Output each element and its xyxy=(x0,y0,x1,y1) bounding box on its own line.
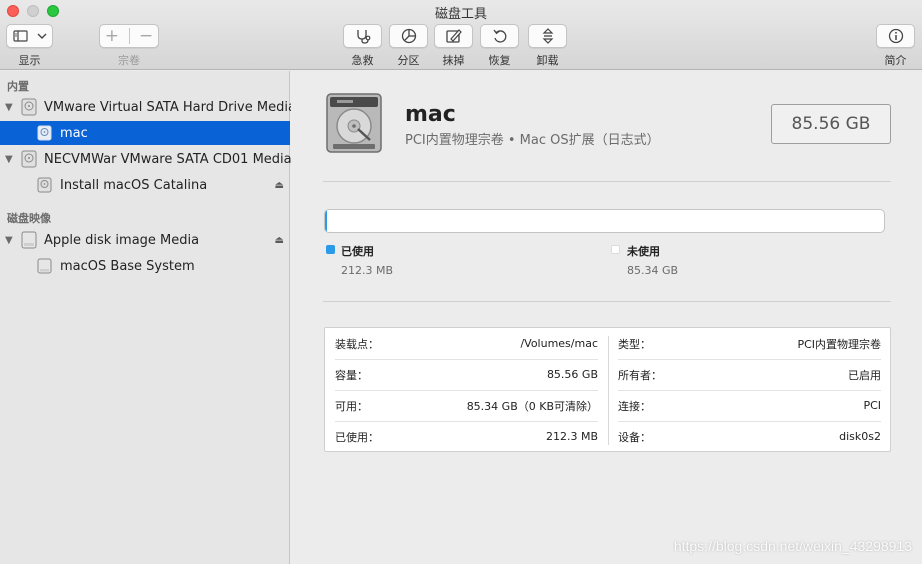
used-legend-label: 已使用 xyxy=(341,245,374,258)
usage-bar-used-fill xyxy=(325,210,327,232)
info-row-device: 设备： disk0s2 xyxy=(618,421,881,452)
sidebar-icon xyxy=(12,30,28,42)
volume-icon xyxy=(37,258,52,278)
stethoscope-icon xyxy=(356,30,370,44)
unmount-icon xyxy=(542,28,553,44)
hard-drive-icon xyxy=(21,150,37,172)
sidebar-item-label: VMware Virtual SATA Hard Drive Media xyxy=(44,99,296,115)
partition-label: 分区 xyxy=(397,54,420,67)
free-legend-label: 未使用 xyxy=(627,245,660,258)
info-row-type: 类型： PCI内置物理宗卷 xyxy=(618,328,881,359)
pie-chart-icon xyxy=(401,28,416,44)
erase-label: 抹掉 xyxy=(442,54,465,67)
eraser-icon xyxy=(445,29,462,43)
info-row-capacity: 容量： 85.56 GB xyxy=(335,359,598,390)
sidebar-item-vmware-hard-drive[interactable]: ▼ VMware Virtual SATA Hard Drive Media xyxy=(0,95,296,120)
erase-button[interactable] xyxy=(434,24,473,48)
eject-icon[interactable]: ⏏ xyxy=(275,180,284,191)
info-value: PCI xyxy=(863,399,881,412)
disclosure-triangle-icon[interactable]: ▼ xyxy=(5,154,13,165)
info-value: /Volumes/mac xyxy=(520,337,598,350)
volume-icon xyxy=(37,177,52,197)
volume-name: mac xyxy=(405,102,456,127)
info-button[interactable] xyxy=(876,24,915,48)
info-label: 简介 xyxy=(884,54,907,67)
column-divider xyxy=(608,336,609,445)
info-value: PCI内置物理宗卷 xyxy=(797,337,881,351)
unmount-label: 卸载 xyxy=(536,54,559,67)
usage-bar xyxy=(324,209,885,233)
sidebar-section-internal: 内置 xyxy=(7,80,29,93)
volume-segmented-control: + − xyxy=(99,24,159,48)
sidebar-item-label: Install macOS Catalina xyxy=(60,177,208,193)
first-aid-label: 急救 xyxy=(351,54,374,67)
info-key: 可用： xyxy=(335,399,368,413)
eject-icon[interactable]: ⏏ xyxy=(275,235,284,246)
sidebar-item-install-macos[interactable]: Install macOS Catalina ⏏ xyxy=(0,173,290,197)
info-table: 装载点： /Volumes/mac 容量： 85.56 GB 可用： 85.34… xyxy=(324,327,891,452)
info-row-owners: 所有者： 已启用 xyxy=(618,359,881,390)
main-panel: mac PCI内置物理宗卷 • Mac OS扩展（日志式） 85.56 GB 已… xyxy=(291,71,922,564)
info-key: 已使用： xyxy=(335,430,379,444)
info-key: 装载点： xyxy=(335,337,379,351)
info-key: 类型： xyxy=(618,337,651,351)
volume-subtitle: PCI内置物理宗卷 • Mac OS扩展（日志式） xyxy=(405,133,660,148)
sidebar: 内置 ▼ VMware Virtual SATA Hard Drive Medi… xyxy=(0,71,296,564)
info-value: 85.56 GB xyxy=(546,368,598,381)
info-row-used: 已使用： 212.3 MB xyxy=(335,421,598,452)
info-value: 85.34 GB（0 KB可清除） xyxy=(466,399,598,413)
window-title: 磁盘工具 xyxy=(434,7,487,22)
view-button[interactable] xyxy=(6,24,53,48)
info-row-mount-point: 装载点： /Volumes/mac xyxy=(335,328,598,359)
sidebar-item-label: Apple disk image Media xyxy=(44,232,200,248)
sidebar-item-apple-disk-image[interactable]: ▼ Apple disk image Media ⏏ xyxy=(0,228,290,252)
sidebar-item-cd-media[interactable]: ▼ NECVMWar VMware SATA CD01 Media xyxy=(0,147,292,172)
hard-disk-icon xyxy=(325,92,383,158)
divider xyxy=(323,301,891,302)
disclosure-triangle-icon[interactable]: ▼ xyxy=(5,235,13,246)
disk-image-icon xyxy=(21,231,37,253)
toolbar: 磁盘工具 显示 + − 宗卷 急救 分区 抹掉 恢复 卸载 简介 xyxy=(0,0,922,70)
sidebar-section-disk-images: 磁盘映像 xyxy=(7,212,51,225)
restore-arrow-icon xyxy=(492,29,506,43)
info-key: 容量： xyxy=(335,368,368,382)
restore-label: 恢复 xyxy=(488,54,511,67)
info-value: 212.3 MB xyxy=(545,430,598,443)
add-volume-button[interactable]: + xyxy=(105,26,119,46)
sidebar-item-label: mac xyxy=(60,125,88,141)
info-icon xyxy=(888,28,903,44)
info-row-available: 可用： 85.34 GB（0 KB可清除） xyxy=(335,390,598,421)
disclosure-triangle-icon[interactable]: ▼ xyxy=(5,102,13,113)
info-value: disk0s2 xyxy=(839,430,881,443)
chevron-down-icon xyxy=(37,33,46,39)
used-legend-value: 212.3 MB xyxy=(341,264,394,277)
unmount-button[interactable] xyxy=(528,24,567,48)
sidebar-item-label: macOS Base System xyxy=(60,258,195,274)
info-key: 连接： xyxy=(618,399,651,413)
info-value: 已启用 xyxy=(848,368,881,382)
hard-drive-icon xyxy=(21,98,37,120)
restore-button[interactable] xyxy=(480,24,519,48)
first-aid-button[interactable] xyxy=(343,24,382,48)
watermark-text: https://blog.csdn.net/weixin_43298913 xyxy=(673,538,912,554)
free-legend-swatch xyxy=(611,245,620,254)
sidebar-item-label: NECVMWar VMware SATA CD01 Media xyxy=(44,151,292,167)
info-row-connection: 连接： PCI xyxy=(618,390,881,421)
used-legend-swatch xyxy=(326,245,335,254)
info-key: 设备： xyxy=(618,430,651,444)
segment-divider xyxy=(128,28,130,44)
volume-label: 宗卷 xyxy=(118,54,140,67)
info-key: 所有者： xyxy=(618,368,662,382)
capacity-box: 85.56 GB xyxy=(771,104,891,144)
volume-icon xyxy=(37,125,52,145)
partition-button[interactable] xyxy=(389,24,428,48)
sidebar-item-mac[interactable]: mac xyxy=(0,121,290,145)
divider xyxy=(323,181,891,182)
sidebar-item-macos-base-system[interactable]: macOS Base System xyxy=(0,254,290,278)
free-legend-value: 85.34 GB xyxy=(627,264,679,277)
remove-volume-button[interactable]: − xyxy=(139,26,153,46)
view-label: 显示 xyxy=(18,54,41,67)
